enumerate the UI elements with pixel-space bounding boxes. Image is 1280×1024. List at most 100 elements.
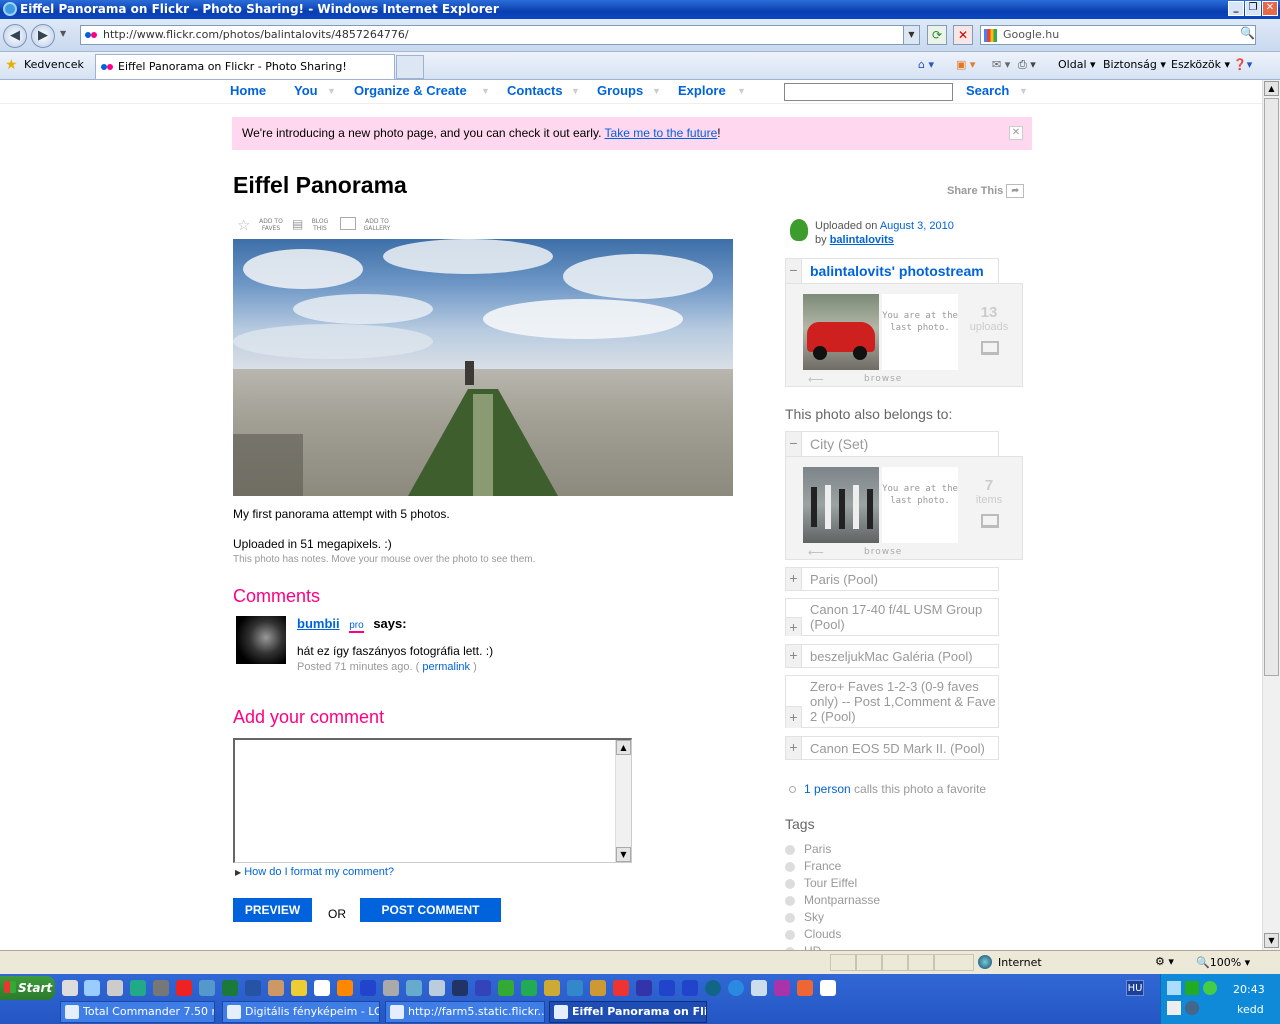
main-photo[interactable]	[233, 239, 733, 496]
quicklaunch-icon[interactable]	[797, 980, 813, 996]
url-dropdown-icon[interactable]: ▼	[903, 26, 919, 44]
pool-item[interactable]: + Canon 17-40 f/4L USM Group (Pool)	[785, 598, 999, 636]
photostream-thumbnail[interactable]	[803, 294, 879, 370]
quicklaunch-icon[interactable]	[84, 980, 100, 996]
pro-badge[interactable]: pro	[349, 620, 364, 633]
language-indicator[interactable]: HU	[1126, 980, 1144, 996]
feeds-icon[interactable]: ▣ ▾	[956, 58, 975, 71]
format-help-link[interactable]: ▶ How do I format my comment?	[235, 866, 394, 878]
future-link[interactable]: Take me to the future	[605, 126, 718, 140]
collapse-photostream-icon[interactable]: −	[786, 259, 802, 283]
tray-icon[interactable]	[1203, 981, 1217, 995]
tray-icon[interactable]	[1167, 981, 1181, 995]
quicklaunch-icon[interactable]	[314, 980, 330, 996]
quicklaunch-icon[interactable]	[659, 980, 675, 996]
tag-item[interactable]: Montparnasse	[785, 893, 880, 907]
favorites-button[interactable]: Kedvencek	[24, 58, 84, 71]
tag-item[interactable]: Clouds	[785, 927, 841, 941]
quicklaunch-icon[interactable]	[406, 980, 422, 996]
post-comment-button[interactable]: POST COMMENT	[360, 898, 501, 922]
back-button[interactable]: ◀	[3, 24, 27, 48]
expand-icon[interactable]: +	[786, 568, 802, 590]
quicklaunch-icon[interactable]	[429, 980, 445, 996]
tag-item[interactable]: Sky	[785, 910, 824, 924]
collapse-set-icon[interactable]: −	[786, 432, 802, 456]
comment-textarea[interactable]: ▲ ▼	[233, 738, 632, 863]
quicklaunch-icon[interactable]	[62, 980, 78, 996]
quicklaunch-icon[interactable]	[452, 980, 468, 996]
tag-item[interactable]: Tour Eiffel	[785, 876, 857, 890]
fav-count-link[interactable]: 1 person	[804, 782, 851, 796]
tray-icon[interactable]	[1185, 1001, 1199, 1015]
avatar[interactable]	[236, 616, 286, 664]
folder-icon[interactable]	[291, 980, 307, 996]
pool-item[interactable]: + Canon EOS 5D Mark II. (Pool)	[785, 736, 999, 760]
task-digital-photos[interactable]: Digitális fényképeim - LO...	[222, 1001, 380, 1023]
set-thumbnail[interactable]	[803, 467, 879, 543]
pool-item[interactable]: + Paris (Pool)	[785, 567, 999, 591]
quicklaunch-icon[interactable]	[613, 980, 629, 996]
pool-item[interactable]: + Zero+ Faves 1-2-3 (0-9 faves only) -- …	[785, 675, 999, 728]
clock-time[interactable]: 20:43	[1233, 983, 1265, 996]
media-icon[interactable]	[337, 980, 353, 996]
owner-link[interactable]: balintalovits	[830, 234, 894, 246]
scroll-down-icon[interactable]: ▼	[1264, 933, 1279, 948]
task-eiffel-panorama[interactable]: Eiffel Panorama on Fli...	[549, 1001, 707, 1023]
flickr-search-input[interactable]	[784, 83, 953, 101]
slideshow-icon[interactable]	[981, 341, 999, 355]
tag-item[interactable]: France	[785, 859, 841, 873]
new-tab-button[interactable]	[396, 55, 424, 79]
start-button[interactable]: Start	[0, 976, 55, 1000]
tray-icon[interactable]	[1167, 1001, 1181, 1015]
flickr-search-button[interactable]: Search	[966, 83, 1009, 98]
permalink[interactable]: permalink	[422, 661, 470, 673]
set-prev-arrow-icon[interactable]: ⟵	[808, 546, 824, 559]
quicklaunch-icon[interactable]	[107, 980, 123, 996]
address-input[interactable]: http://www.flickr.com/photos/balintalovi…	[80, 25, 920, 45]
quicklaunch-icon[interactable]	[544, 980, 560, 996]
browser-tab[interactable]: Eiffel Panorama on Flickr - Photo Sharin…	[95, 54, 395, 79]
owner-buddy-icon[interactable]	[790, 219, 808, 241]
quicklaunch-icon[interactable]	[521, 980, 537, 996]
expand-icon[interactable]: +	[786, 706, 802, 728]
protected-mode-icon[interactable]: ⚙ ▾	[1155, 955, 1174, 968]
search-input[interactable]: Google.hu	[980, 25, 1256, 45]
blog-this-button[interactable]: ▤ BLOG THIS	[292, 216, 337, 236]
minimize-button[interactable]: _	[1228, 1, 1244, 16]
close-banner-button[interactable]: ✕	[1009, 126, 1023, 140]
quicklaunch-icon[interactable]	[153, 980, 169, 996]
nav-organize[interactable]: Organize & Create	[354, 83, 467, 98]
nav-contacts[interactable]: Contacts	[507, 83, 563, 98]
quicklaunch-icon[interactable]	[636, 980, 652, 996]
mail-icon[interactable]: ✉ ▾	[992, 58, 1010, 71]
quicklaunch-icon[interactable]	[176, 980, 192, 996]
scroll-thumb[interactable]	[1264, 98, 1279, 676]
add-to-gallery-button[interactable]: ADD TO GALLERY	[340, 216, 395, 236]
task-total-commander[interactable]: Total Commander 7.50 r...	[60, 1001, 215, 1023]
quicklaunch-icon[interactable]	[682, 980, 698, 996]
quicklaunch-icon[interactable]	[199, 980, 215, 996]
forward-button[interactable]: ▶	[31, 24, 55, 48]
quicklaunch-icon[interactable]	[705, 980, 721, 996]
close-window-button[interactable]: ✕	[1262, 1, 1278, 16]
comment-user-link[interactable]: bumbii	[297, 616, 340, 631]
print-icon[interactable]: ⎙ ▾	[1018, 58, 1036, 72]
quicklaunch-icon[interactable]	[774, 980, 790, 996]
window-title-bar[interactable]: Eiffel Panorama on Flickr - Photo Sharin…	[0, 0, 1280, 19]
task-farm5-static[interactable]: http://farm5.static.flickr....	[385, 1001, 545, 1023]
pool-item[interactable]: + beszeljukMac Galéria (Pool)	[785, 644, 999, 668]
refresh-icon[interactable]: ⟳	[927, 25, 947, 45]
add-to-faves-button[interactable]: ☆ ADD TO FAVES	[237, 216, 287, 236]
quicklaunch-icon[interactable]	[498, 980, 514, 996]
quicklaunch-icon[interactable]	[268, 980, 284, 996]
history-dropdown-icon[interactable]: ▼	[60, 29, 66, 38]
set-slideshow-icon[interactable]	[981, 514, 999, 528]
expand-icon[interactable]: +	[786, 737, 802, 759]
nav-explore[interactable]: Explore	[678, 83, 726, 98]
tray-icon[interactable]	[1185, 981, 1199, 995]
safety-menu[interactable]: Biztonság ▾	[1103, 58, 1166, 71]
quicklaunch-icon[interactable]	[130, 980, 146, 996]
photostream-context[interactable]: − balintalovits' photostream	[785, 258, 999, 283]
maximize-button[interactable]: ❐	[1245, 1, 1261, 16]
upload-date-link[interactable]: August 3, 2010	[880, 220, 954, 232]
